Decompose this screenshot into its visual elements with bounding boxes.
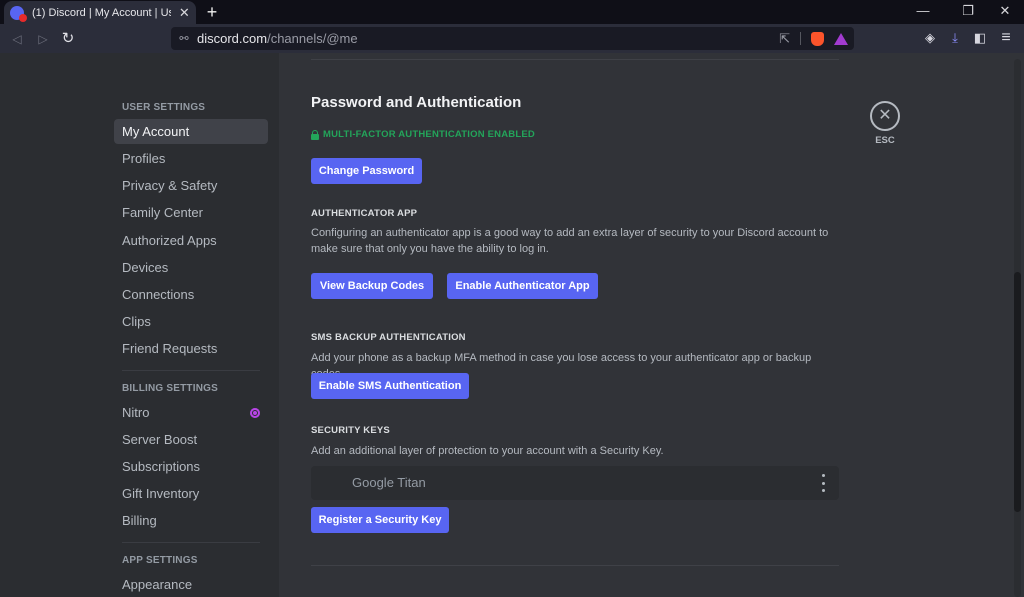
- new-tab-button[interactable]: +: [204, 2, 220, 23]
- view-backup-codes-button[interactable]: View Backup Codes: [311, 273, 433, 299]
- sidebar-item-my-account[interactable]: My Account: [114, 119, 268, 144]
- security-key-row: Google Titan: [311, 466, 839, 500]
- url-text[interactable]: discord.com/channels/@me: [197, 31, 358, 46]
- authenticator-app-label: AUTHENTICATOR APP: [311, 208, 418, 219]
- menu-icon[interactable]: ≡: [997, 29, 1015, 47]
- close-icon[interactable]: ✕: [870, 101, 900, 131]
- share-icon[interactable]: ⇱: [779, 31, 790, 47]
- tab-title: (1) Discord | My Account | User Settings: [32, 6, 171, 19]
- sidebar-item-gift-inventory[interactable]: Gift Inventory: [114, 481, 268, 506]
- sidebar-item-clips[interactable]: Clips: [114, 309, 268, 334]
- sidebar-item-profiles[interactable]: Profiles: [114, 146, 268, 171]
- sidebar-item-appearance[interactable]: Appearance: [114, 572, 268, 597]
- section-divider: [311, 59, 839, 60]
- sidebar-toggle-icon[interactable]: ◧: [971, 29, 989, 47]
- sidebar-item-server-boost[interactable]: Server Boost: [114, 427, 268, 452]
- brave-rewards-icon[interactable]: [834, 32, 848, 45]
- site-settings-icon[interactable]: ⚯: [177, 32, 191, 45]
- sidebar-item-authorized-apps[interactable]: Authorized Apps: [114, 228, 268, 253]
- sidebar-header-app-settings: APP SETTINGS: [122, 555, 198, 566]
- section-divider: [311, 565, 839, 566]
- sidebar-item-devices[interactable]: Devices: [114, 255, 268, 280]
- leo-ai-icon[interactable]: ◈: [921, 29, 939, 47]
- settings-content: Password and Authentication MULTI-FACTOR…: [311, 53, 839, 597]
- browser-tab[interactable]: (1) Discord | My Account | User Settings…: [4, 1, 196, 24]
- sidebar-header-billing-settings: BILLING SETTINGS: [122, 383, 218, 394]
- scrollbar-thumb[interactable]: [1014, 272, 1021, 512]
- sms-backup-label: SMS BACKUP AUTHENTICATION: [311, 332, 466, 343]
- sidebar-item-label: Nitro: [122, 405, 150, 420]
- settings-sidebar: USER SETTINGS My Account Profiles Privac…: [0, 53, 279, 597]
- window-close-icon[interactable]: ✕: [995, 3, 1015, 19]
- enable-sms-authentication-button[interactable]: Enable SMS Authentication: [311, 373, 469, 399]
- authenticator-app-description: Configuring an authenticator app is a go…: [311, 227, 829, 255]
- nitro-icon: [250, 408, 260, 418]
- tab-close-icon[interactable]: ✕: [179, 5, 190, 21]
- address-bar[interactable]: ⚯ discord.com/channels/@me ⇱: [171, 27, 854, 50]
- download-icon[interactable]: ⤓: [946, 29, 964, 47]
- sidebar-item-friend-requests[interactable]: Friend Requests: [114, 336, 268, 361]
- discord-settings: USER SETTINGS My Account Profiles Privac…: [0, 53, 1024, 597]
- sidebar-divider: [122, 542, 260, 543]
- register-security-key-button[interactable]: Register a Security Key: [311, 507, 449, 533]
- close-settings-button[interactable]: ✕ ESC: [870, 101, 900, 146]
- security-keys-description: Add an additional layer of protection to…: [311, 445, 664, 457]
- enable-authenticator-app-button[interactable]: Enable Authenticator App: [447, 273, 598, 299]
- back-icon[interactable]: ◁: [7, 29, 27, 49]
- security-keys-label: SECURITY KEYS: [311, 425, 390, 436]
- discord-favicon-icon: [10, 5, 27, 22]
- esc-label: ESC: [875, 135, 895, 146]
- mfa-status-badge: MULTI-FACTOR AUTHENTICATION ENABLED: [311, 129, 535, 140]
- forward-icon[interactable]: ▷: [33, 29, 53, 49]
- divider: [800, 32, 801, 45]
- change-password-button[interactable]: Change Password: [311, 158, 422, 184]
- brave-shields-icon[interactable]: [811, 31, 824, 46]
- sidebar-item-billing[interactable]: Billing: [114, 508, 268, 533]
- sidebar-item-nitro[interactable]: Nitro: [114, 400, 268, 425]
- reload-icon[interactable]: ↻: [58, 29, 78, 49]
- page-title: Password and Authentication: [311, 94, 522, 111]
- sidebar-divider: [122, 370, 260, 371]
- browser-toolbar: ◁ ▷ ↻ ⚯ discord.com/channels/@me ⇱ ◈ ⤓ ◧…: [0, 24, 1024, 53]
- url-path: /channels/@me: [267, 31, 358, 46]
- address-bar-actions: ⇱: [779, 27, 848, 50]
- sidebar-header-user-settings: USER SETTINGS: [122, 102, 206, 113]
- browser-titlebar: (1) Discord | My Account | User Settings…: [0, 0, 1024, 24]
- sidebar-item-privacy-safety[interactable]: Privacy & Safety: [114, 173, 268, 198]
- sidebar-item-connections[interactable]: Connections: [114, 282, 268, 307]
- more-options-icon[interactable]: [821, 474, 825, 492]
- minimize-icon[interactable]: —: [913, 3, 933, 18]
- lock-icon: [311, 129, 319, 140]
- sidebar-item-subscriptions[interactable]: Subscriptions: [114, 454, 268, 479]
- mfa-status-text: MULTI-FACTOR AUTHENTICATION ENABLED: [323, 129, 535, 140]
- url-domain: discord.com: [197, 31, 268, 46]
- sidebar-item-family-center[interactable]: Family Center: [114, 200, 268, 225]
- restore-icon[interactable]: ❐: [958, 3, 978, 19]
- security-key-name: Google Titan: [352, 475, 426, 490]
